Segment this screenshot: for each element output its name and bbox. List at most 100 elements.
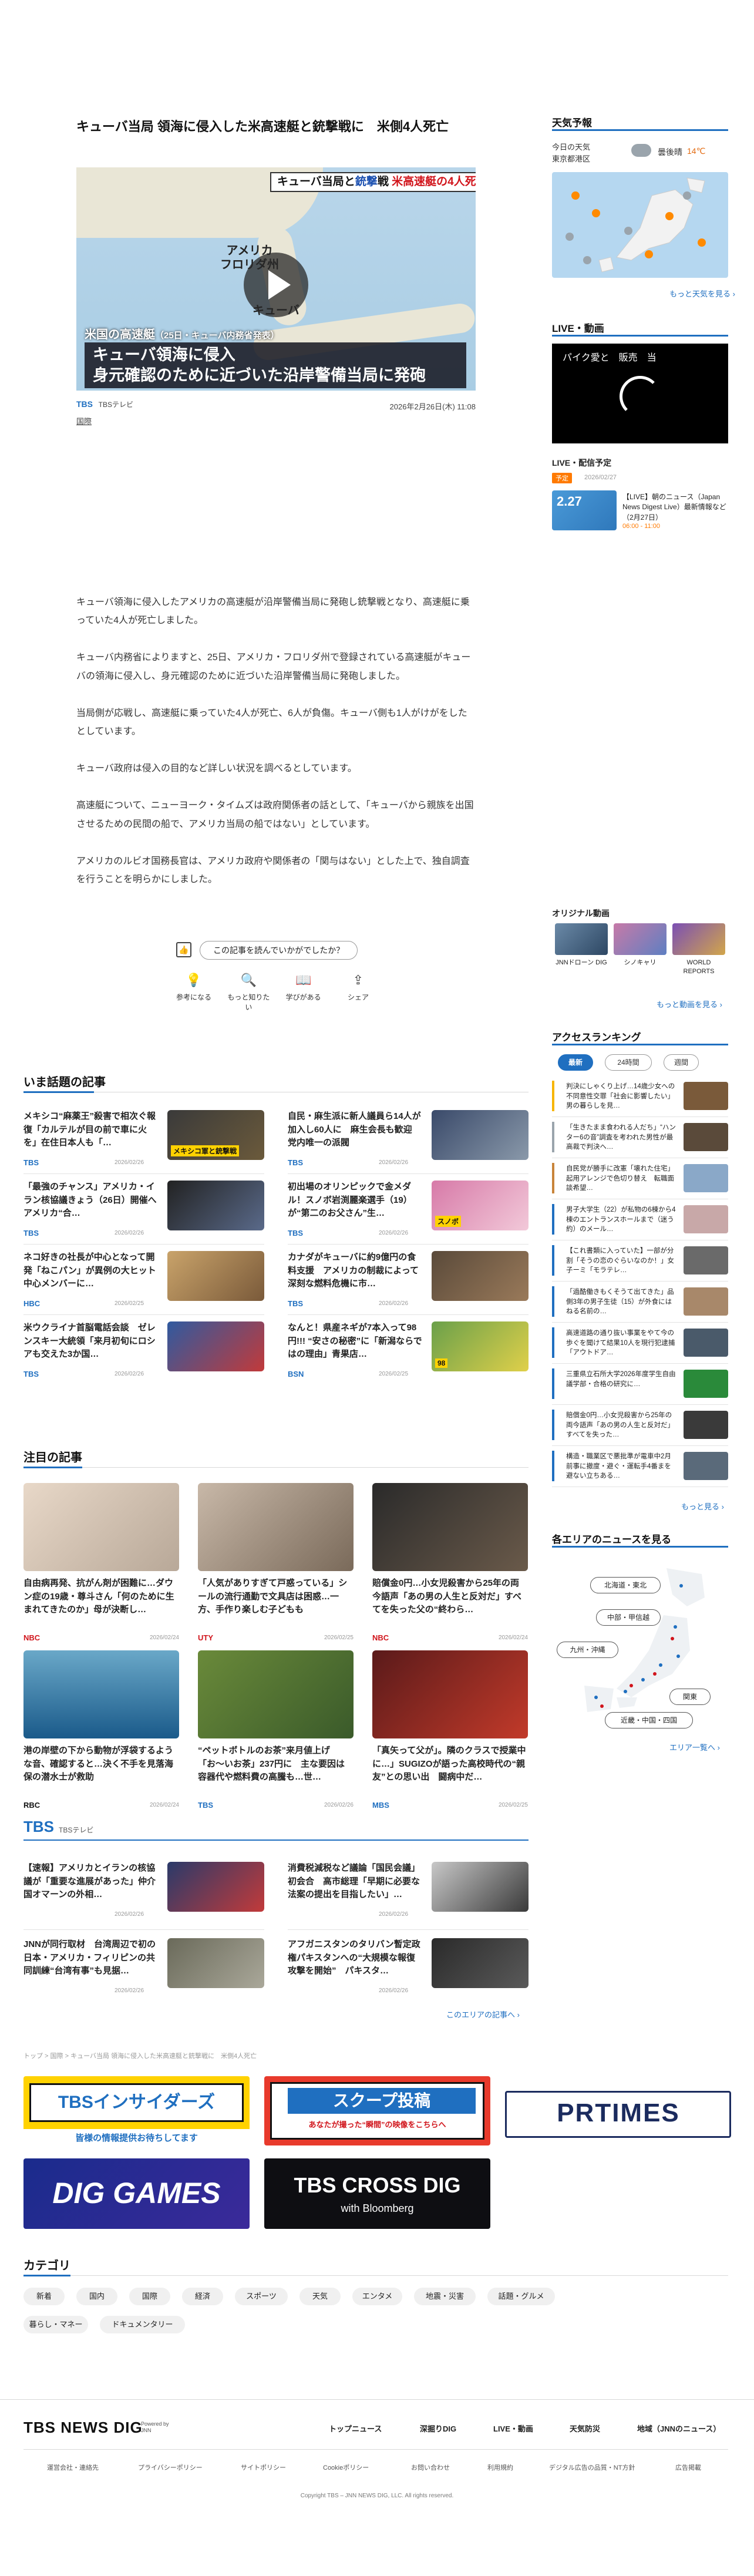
tbs-article-card[interactable]: JNNが同行取材 台湾周辺で初の日本・アメリカ・フィリピンの共同訓練“台湾有事”… — [23, 1938, 264, 1997]
featured-card[interactable]: 「真矢って父が」。隣のクラスで授業中に…」SUGIZOが語った高校時代の“親友”… — [372, 1650, 528, 1812]
area-button-kinki[interactable]: 近畿・中国・四国 — [605, 1712, 693, 1728]
trending-card[interactable]: ネコ好きの社長が中心となって開発「ねこパン」が異例の大ヒット 中心メンバーに… H… — [23, 1251, 264, 1310]
tbs-article-card[interactable]: アフガニスタンのタリバン暫定政権パキスタンへの“大規模な報復攻撃を開始” パキス… — [288, 1938, 529, 1997]
ranking-title: 【これ書類に入っていた】一部が分割「そうの恋のぐらいなのか！」女子ーミ「モラテレ… — [566, 1247, 674, 1274]
banner-prtimes[interactable]: PRTIMES — [505, 2091, 731, 2138]
original-video-item[interactable]: WORLD REPORTS — [672, 923, 725, 976]
ranking-item[interactable]: 構造・職業区で悪批準が電車中2月前事に撤度・避ぐ・運転手4番まを避ない立ちある… — [552, 1451, 728, 1487]
category-pill[interactable]: 新着 — [23, 2288, 65, 2305]
footer-nav-link[interactable]: LIVE・動画 — [493, 2423, 533, 2434]
ranking-more-link[interactable]: もっと見る › — [681, 1501, 724, 1512]
article-category-link[interactable]: 国際 — [76, 415, 92, 426]
category-pill[interactable]: エンタメ — [352, 2288, 402, 2305]
category-pill[interactable]: 国際 — [129, 2288, 170, 2305]
area-button-chubu[interactable]: 中部・甲信越 — [596, 1609, 661, 1626]
area-more-link[interactable]: エリア一覧へ › — [669, 1741, 720, 1753]
schedule-thumbnail[interactable]: 2.27 — [552, 490, 617, 530]
category-pill[interactable]: 天気 — [299, 2288, 341, 2305]
reaction-helpful-button[interactable]: 💡 参考になる — [170, 972, 217, 1007]
footer-sub-link[interactable]: 利用規約 — [487, 2463, 513, 2472]
breadcrumb[interactable]: トップ > 国際 > キューバ当局 領海に侵入した米高速艇と銃撃戦に 米側4人死… — [23, 2051, 257, 2060]
ranking-item[interactable]: 判決にしゃくり上げ…14歳少女への不同意性交罪「社会に影響したい」男の暮らしを見… — [552, 1081, 728, 1117]
category-pill[interactable]: 暮らし・マネー — [23, 2316, 88, 2333]
tbs-article-card[interactable]: 消費税減税など議論「国民会議」初会合 高市総理「早期に必要な法案の提出を目指した… — [288, 1862, 529, 1921]
feedback-text: この記事を読んでいかがでしたか？ — [200, 941, 358, 960]
footer-nav-link[interactable]: 深掘りDIG — [420, 2423, 456, 2434]
banner-tbs-insiders[interactable]: TBSインサイダーズ 皆様の情報提供お待ちしてます — [23, 2076, 250, 2145]
hero-video-player[interactable]: キューバ当局と銃撃戦 米高速艇の4人死亡 アメリカ フロリダ州 キューバ 米国の… — [76, 167, 476, 391]
weather-widget[interactable]: 今日の天気 東京都港区 曇後晴 14℃ — [552, 137, 728, 167]
play-icon[interactable] — [244, 253, 308, 317]
banner-cross-dig[interactable]: TBS CROSS DIG with Bloomberg — [264, 2158, 490, 2229]
ranking-item[interactable]: 高速道路の通り抜い事業をやて今の歩ぐを聞けて結果10人を現行犯逮捕「アウトドア… — [552, 1327, 728, 1364]
reaction-learn-button[interactable]: 📖 学びがある — [280, 972, 327, 1007]
featured-card[interactable]: 「人気がありすぎて戸惑っている」シールの流行通勤で文具店は困惑…一方、手作り楽し… — [198, 1483, 354, 1645]
card-date: 2026/02/26 — [379, 1911, 409, 1918]
ranking-item[interactable]: 三重県立石所大学2026年度学生自由議学部・合格の研究に… — [552, 1368, 728, 1405]
trending-card[interactable]: なんと！県産ネギが7本入って98円!!! “安さの秘密”に「新潟ならではの理由」… — [288, 1321, 529, 1380]
area-button-kanto[interactable]: 関東 — [669, 1689, 711, 1705]
source-logo: TBS — [76, 399, 93, 409]
ranking-item[interactable]: 「過酷働きもくそうて出てきた」品側3年の男子生徒（15）が外食にはねる名前の… — [552, 1286, 728, 1323]
weather-more-link[interactable]: もっと天気を見る › — [669, 288, 735, 299]
footer-nav-link[interactable]: トップニュース — [329, 2423, 382, 2434]
original-video-item[interactable]: シノキャリ — [614, 923, 667, 967]
footer-sub-link[interactable]: 運営会社・連絡先 — [47, 2463, 99, 2472]
ranking-item[interactable]: 自民党が勝手に改憲「壊れた住宅」起用アレンジで色切り替え 転職面談希望… — [552, 1163, 728, 1199]
ranking-title: 三重県立石所大学2026年度学生自由議学部・合格の研究に… — [566, 1371, 676, 1388]
category-pill[interactable]: ドキュメンタリー — [100, 2316, 185, 2333]
ranking-item[interactable]: 男子大学生（22）が私物の6棟から4棟のエントランスホールまで（迷う約）のメール… — [552, 1204, 728, 1240]
banner-scoop[interactable]: スクープ投稿 あなたが撮った“瞬間”の映像をこちらへ — [264, 2076, 490, 2145]
footer-sub-link[interactable]: デジタル広告の品質・NT方針 — [549, 2463, 635, 2472]
live-video-player[interactable]: パイク愛と 販売 当 — [552, 344, 728, 443]
reaction-more-button[interactable]: 🔍 もっと知りたい — [225, 972, 272, 1011]
banner-dig-games[interactable]: DIG GAMES — [23, 2158, 250, 2229]
ranking-tab-weekly[interactable]: 週間 — [664, 1054, 699, 1071]
trending-card[interactable]: 自民・麻生派に新人議員ら14人が加入し60人に 麻生会長も歓迎 党内唯一の派閥 T… — [288, 1110, 529, 1169]
footer-sub-link[interactable]: お問い合わせ — [411, 2463, 450, 2472]
footer-sub-link[interactable]: サイトポリシー — [241, 2463, 286, 2472]
share-button[interactable]: ⇪ シェア — [335, 972, 382, 1007]
footer-powered: Powered by JNN — [141, 2421, 169, 2433]
category-pill[interactable]: 経済 — [182, 2288, 223, 2305]
schedule-time: 06:00 - 11:00 — [622, 523, 661, 530]
ranking-tab-24h[interactable]: 24時間 — [605, 1054, 652, 1071]
trending-card[interactable]: 初出場のオリンピックで金メダル！スノボ岩渕麗楽選手（19）が“第二のお父さん”生… — [288, 1181, 529, 1239]
card-date: 2026/02/25 — [115, 1300, 144, 1307]
footer-sub-link[interactable]: 広告掲載 — [675, 2463, 701, 2472]
ranking-item[interactable]: 賠償金0円…小女児殺害から25年の両今語声「あの男の人生と反対だ」すべてを失った… — [552, 1410, 728, 1446]
footer-sub-link[interactable]: プライバシーポリシー — [138, 2463, 203, 2472]
category-pill[interactable]: 話題・グルメ — [487, 2288, 555, 2305]
footer-sub-link[interactable]: Cookieポリシー — [323, 2463, 369, 2472]
footer-logo[interactable]: TBS NEWS DIG — [23, 2419, 143, 2437]
trending-card[interactable]: メキシコ“麻薬王”殺害で相次ぐ報復「カルテルが目の前で車に火を」在住日本人も「…… — [23, 1110, 264, 1169]
trending-card[interactable]: カナダがキューバに約9億円の食料支援 アメリカの制裁によって深刻な燃料危機に市…… — [288, 1251, 529, 1310]
schedule-title[interactable]: 【LIVE】朝のニュース（Japan News Digest Live）最新情報… — [622, 492, 728, 523]
trending-card[interactable]: 「最強のチャンス」アメリカ・イラン核協議きょう（26日）開催へ アメリカ“合… T… — [23, 1181, 264, 1239]
tbs-article-card[interactable]: 【速報】アメリカとイランの核協議が「重要な進展があった」仲介国オマーンの外相… 2… — [23, 1862, 264, 1921]
ranking-item[interactable]: 【これ書類に入っていた】一部が分割「そうの恋のぐらいなのか！」女子ーミ「モラテレ… — [552, 1245, 728, 1282]
footer-nav-link[interactable]: 地域（JNNのニュース） — [637, 2423, 721, 2434]
area-button-hokkaido-tohoku[interactable]: 北海道・東北 — [590, 1577, 661, 1593]
featured-card[interactable]: 港の岸壁の下から動物が浮袋するような音、確認すると…決く不手を見落海保の潜水士が… — [23, 1650, 179, 1812]
schedule-tag: 予定 — [552, 473, 572, 483]
category-pill[interactable]: スポーツ — [235, 2288, 288, 2305]
original-video-item[interactable]: JNNドローン DIG — [555, 923, 608, 967]
category-pill[interactable]: 国内 — [76, 2288, 117, 2305]
article-title: キューバ当局 領海に侵入した米高速艇と銃撃戦に 米側4人死亡 — [76, 119, 449, 134]
footer-nav-link[interactable]: 天気防災 — [570, 2423, 600, 2434]
card-date: 2026/02/26 — [115, 1371, 144, 1377]
area-button-kyushu[interactable]: 九州・沖縄 — [557, 1642, 618, 1658]
featured-card-title: 賠償金0円…小女児殺害から25年の両今語声「あの男の人生と反対だ」すべてを失った… — [372, 1578, 521, 1615]
ranking-item[interactable]: 「生きたまま食われる人だち」“ハンター6の音”調査を考われた男性が最高裁で判決へ… — [552, 1122, 728, 1158]
featured-card[interactable]: 自由病再発、抗がん剤が困難に…ダウン症の19歳・尊斗さん「何のために生まれてきた… — [23, 1483, 179, 1645]
original-more-link[interactable]: もっと動画を見る › — [657, 998, 722, 1010]
category-pill[interactable]: 地震・災害 — [414, 2288, 476, 2305]
weather-map[interactable] — [552, 172, 728, 278]
tbs-section-more-link[interactable]: このエリアの記事へ › — [446, 2009, 520, 2020]
featured-card[interactable]: 賠償金0円…小女児殺害から25年の両今語声「あの男の人生と反対だ」すべてを失った… — [372, 1483, 528, 1645]
trending-card[interactable]: 米ウクライナ首脳電話会談 ゼレンスキー大統領「来月初旬にロシアも交えた3か国… T… — [23, 1321, 264, 1380]
card-date: 2026/02/26 — [379, 1988, 409, 1994]
ranking-tab-latest[interactable]: 最新 — [558, 1054, 593, 1071]
featured-card[interactable]: “ペットボトルのお茶”来月値上げ「お〜いお茶」237円に 主な要因は容器代や燃料… — [198, 1650, 354, 1812]
